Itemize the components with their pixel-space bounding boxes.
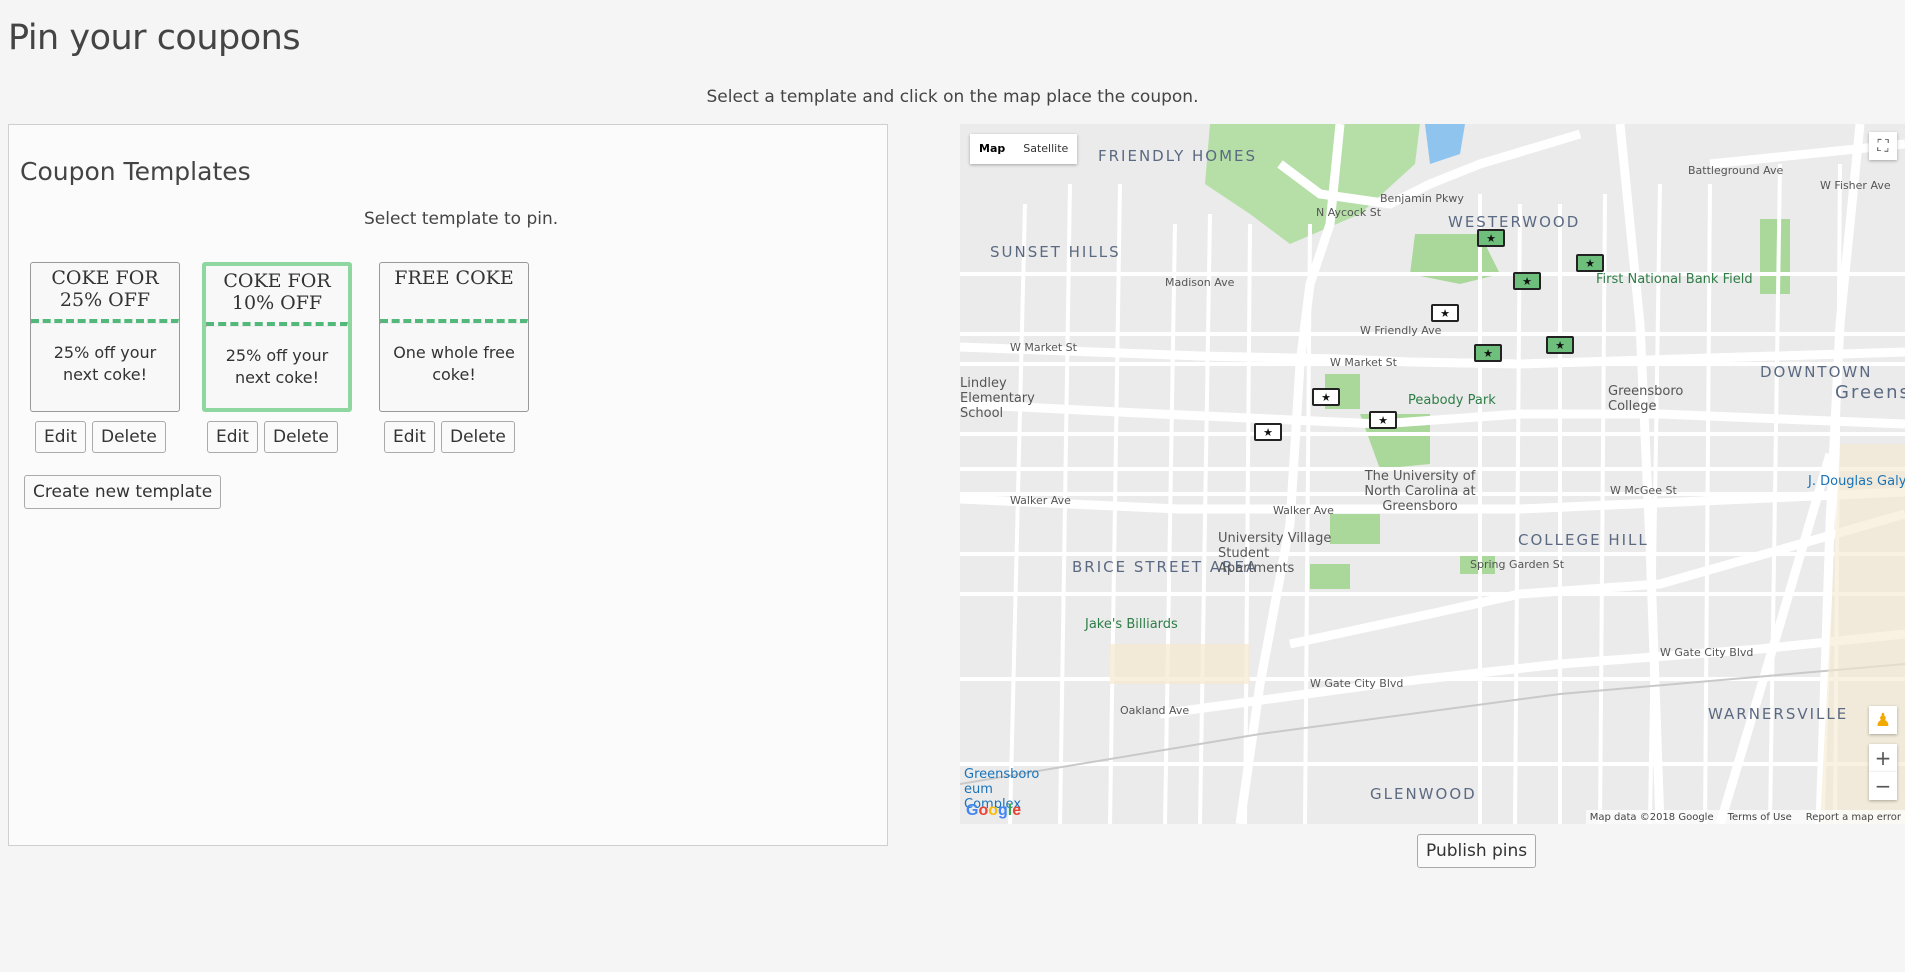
coupon-title: FREE COKE (394, 267, 514, 289)
coupon-pin[interactable]: ★ (1546, 336, 1574, 354)
map-footer: Map data ©2018 Google Terms of Use Repor… (1585, 810, 1905, 824)
report-link[interactable]: Report a map error (1806, 812, 1901, 823)
street-label: Benjamin Pkwy (1380, 192, 1464, 205)
area-label: GLENWOOD (1370, 785, 1477, 803)
publish-pins-button[interactable]: Publish pins (1417, 834, 1537, 868)
panel-hint: Select template to pin. (364, 209, 559, 229)
map-type-toggle: Map Satellite (970, 134, 1078, 164)
poi-label: Greensbor (1835, 382, 1905, 403)
coupon-pin[interactable]: ★ (1369, 411, 1397, 429)
street-label: Spring Garden St (1470, 558, 1565, 571)
street-label: Battleground Ave (1688, 164, 1784, 177)
delete-button-3[interactable]: Delete (441, 421, 515, 453)
street-label: Oakland Ave (1120, 704, 1190, 717)
street-label: W Market St (1010, 341, 1077, 354)
fullscreen-icon[interactable]: ⛶ (1869, 132, 1897, 160)
coupon-template-2[interactable]: COKE FOR 10% OFF 25% off your next coke! (202, 262, 352, 412)
poi-label: Jake's Billiards (1085, 617, 1178, 632)
area-label: COLLEGE HILL (1518, 531, 1649, 549)
coupon-pin[interactable]: ★ (1312, 388, 1340, 406)
coupon-pin[interactable]: ★ (1431, 304, 1459, 322)
poi-label: University Village Student Apartments (1218, 531, 1332, 576)
templates-panel: Coupon Templates Select template to pin.… (8, 124, 888, 846)
poi-label: First National Bank Field (1596, 272, 1753, 287)
delete-button-2[interactable]: Delete (264, 421, 338, 453)
edit-button-2[interactable]: Edit (207, 421, 258, 453)
area-label: WARNERSVILLE (1708, 705, 1849, 723)
page-title: Pin your coupons (8, 18, 301, 58)
poi-label: J. Douglas Galyo (1808, 474, 1905, 489)
poi-label: Lindley Elementary School (960, 376, 1035, 421)
coupon-pin[interactable]: ★ (1254, 423, 1282, 441)
instructions: Select a template and click on the map p… (706, 87, 1199, 107)
coupon-body: 25% off your next coke! (225, 346, 329, 387)
street-label: Walker Ave (1273, 504, 1334, 517)
area-label: DOWNTOWN (1760, 363, 1873, 381)
coupon-pin[interactable]: ★ (1474, 344, 1502, 362)
panel-title: Coupon Templates (20, 157, 251, 186)
coupon-title: COKE FOR 10% OFF (223, 270, 331, 314)
street-label: W Friendly Ave (1360, 324, 1442, 337)
street-label: W Market St (1330, 356, 1397, 369)
street-label: Madison Ave (1165, 276, 1235, 289)
map-data-label: Map data ©2018 Google (1589, 811, 1714, 823)
street-label: W Fisher Ave (1820, 179, 1891, 192)
area-label: FRIENDLY HOMES (1098, 147, 1258, 165)
coupon-template-3[interactable]: FREE COKE One whole free coke! (379, 262, 529, 412)
coupon-body: 25% off your next coke! (53, 343, 157, 384)
zoom-out-icon[interactable]: − (1869, 772, 1897, 800)
zoom-in-icon[interactable]: + (1869, 744, 1897, 772)
street-label: W McGee St (1610, 484, 1677, 497)
coupon-pin[interactable]: ★ (1513, 272, 1541, 290)
map[interactable]: Map Satellite ⛶ FRIENDLY HOMES SUNSET HI… (960, 124, 1905, 824)
coupon-template-1[interactable]: COKE FOR 25% OFF 25% off your next coke! (30, 262, 180, 412)
coupon-title: COKE FOR 25% OFF (51, 267, 159, 311)
delete-button-1[interactable]: Delete (92, 421, 166, 453)
map-type-satellite[interactable]: Satellite (1014, 134, 1077, 164)
coupon-body: One whole free coke! (393, 343, 515, 384)
area-label: SUNSET HILLS (990, 243, 1121, 261)
poi-label: The University of North Carolina at Gree… (1364, 469, 1476, 514)
map-type-map[interactable]: Map (970, 134, 1014, 164)
street-label: Walker Ave (1010, 494, 1071, 507)
poi-label: Peabody Park (1408, 393, 1496, 408)
create-template-button[interactable]: Create new template (24, 475, 222, 509)
edit-button-3[interactable]: Edit (384, 421, 435, 453)
terms-link[interactable]: Terms of Use (1728, 812, 1792, 823)
coupon-pin[interactable]: ★ (1477, 229, 1505, 247)
street-label: W Gate City Blvd (1660, 646, 1754, 659)
google-logo: Google (966, 802, 1022, 819)
area-label: WESTERWOOD (1448, 213, 1581, 231)
street-label: W Gate City Blvd (1310, 677, 1404, 690)
coupon-pin[interactable]: ★ (1576, 254, 1604, 272)
street-label: N Aycock St (1316, 206, 1382, 219)
pegman-icon[interactable]: ♟ (1869, 706, 1897, 734)
poi-label: Greensboro College (1608, 384, 1684, 414)
edit-button-1[interactable]: Edit (35, 421, 86, 453)
